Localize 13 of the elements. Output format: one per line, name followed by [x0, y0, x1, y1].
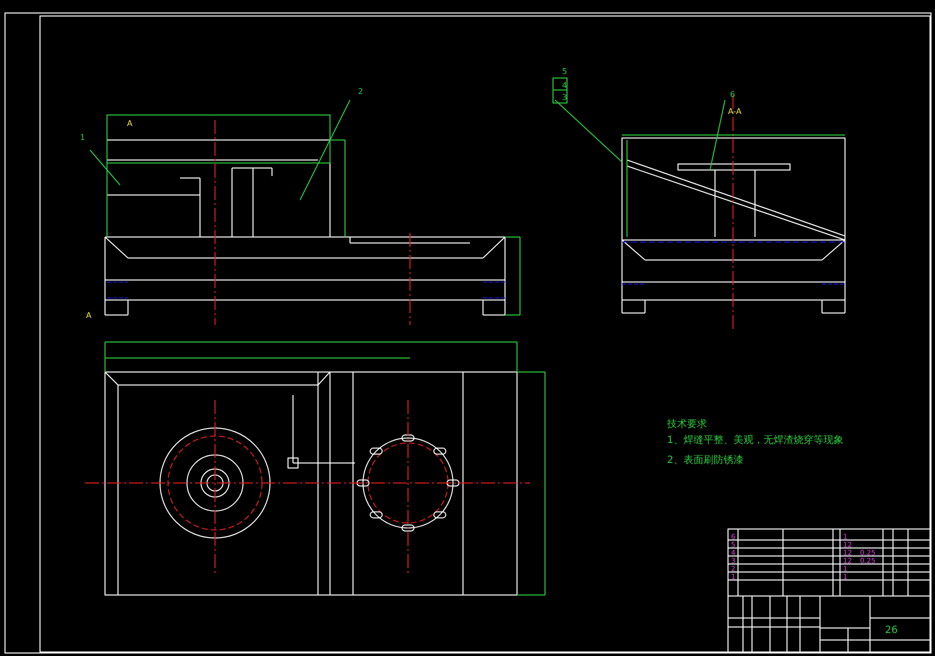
section-label: A [86, 311, 92, 320]
balloon-number: 6 [730, 90, 736, 99]
balloon-number: 1 [80, 133, 86, 142]
balloon-number: 5 [562, 67, 568, 76]
requirements-title: 技术要求 [667, 419, 707, 430]
sheet-number: 26 [885, 625, 898, 636]
section-label: A [127, 119, 132, 128]
requirement-text: 1、焊缝平整、美观，无焊渣烧穿等现象 [667, 435, 844, 446]
balloon-number: 2 [358, 87, 364, 96]
balloon-number: 3 [562, 93, 568, 102]
balloon-number: 4 [562, 81, 568, 90]
requirement-text: 2、表面刷防锈漆 [667, 455, 744, 466]
section-label: A-A [728, 107, 742, 116]
